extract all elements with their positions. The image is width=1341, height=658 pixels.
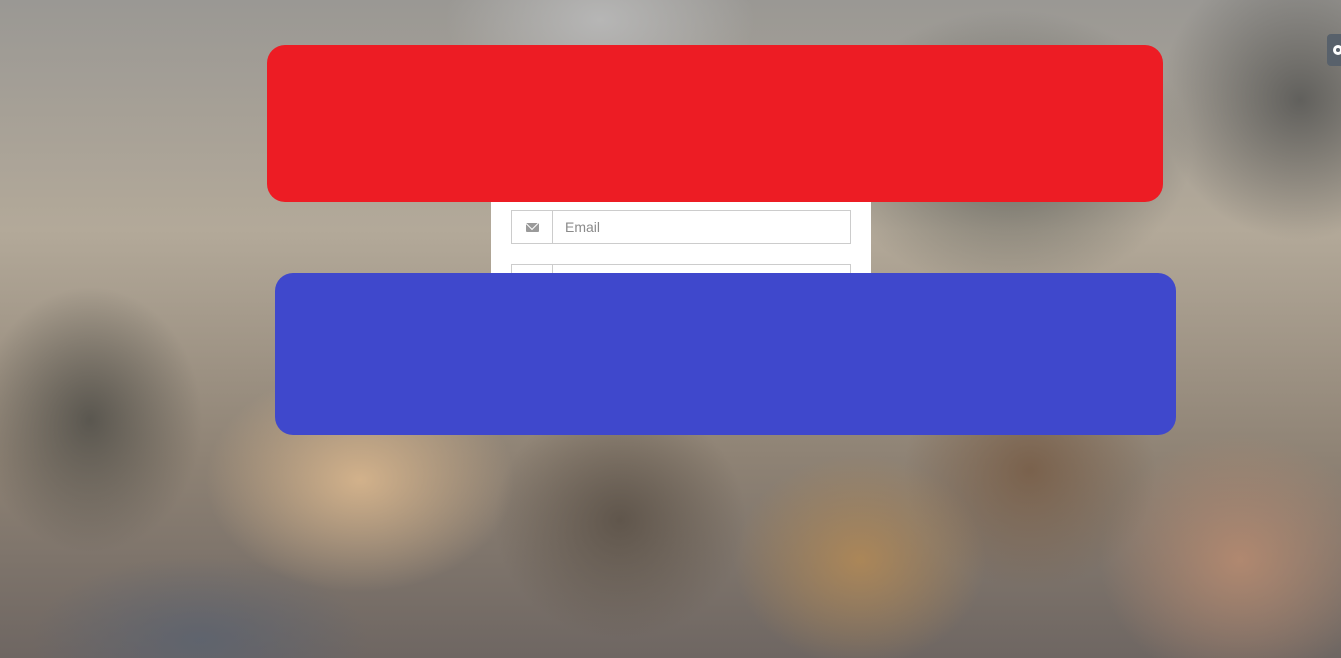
email-input-group [511,210,851,244]
email-addon [512,211,553,243]
redaction-block-blue [275,273,1176,435]
login-card [491,195,871,298]
envelope-icon [525,222,539,232]
redaction-block-red [267,45,1163,202]
email-input[interactable] [553,211,850,243]
gear-icon [1333,45,1341,55]
settings-toggle-button[interactable] [1327,34,1341,66]
